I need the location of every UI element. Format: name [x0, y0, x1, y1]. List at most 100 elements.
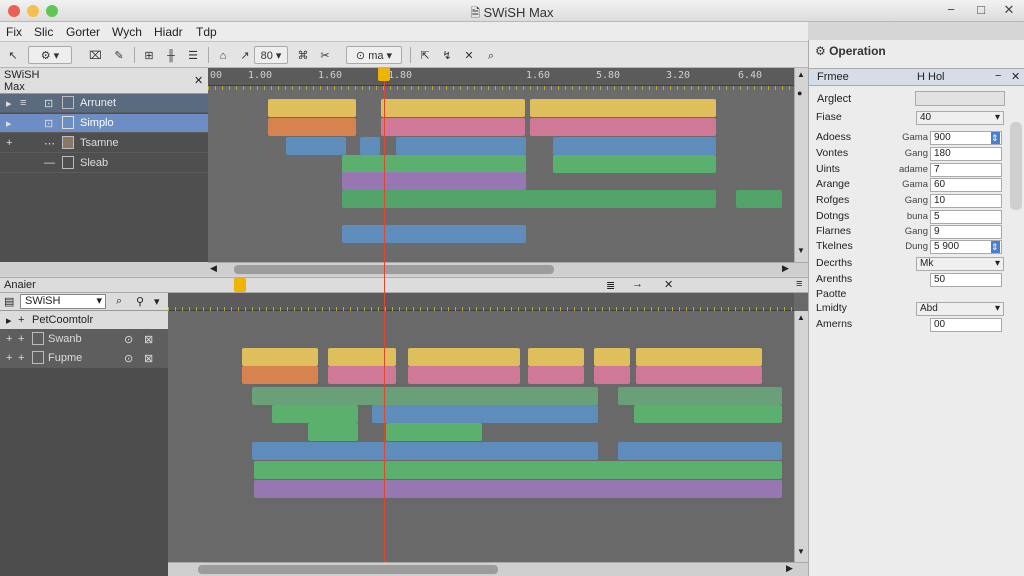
clip-bar[interactable]	[530, 118, 716, 136]
clip-bar[interactable]	[268, 118, 356, 136]
menu-edit[interactable]: Slic	[34, 25, 53, 39]
select-tool-icon[interactable]: ↖	[4, 46, 22, 64]
clip-bar[interactable]	[528, 348, 584, 366]
zoom-select-b[interactable]: ⊙ ma ▾	[346, 46, 402, 64]
chevron-down-icon[interactable]: ▾	[154, 295, 160, 308]
property-field[interactable]: 7	[930, 163, 1002, 177]
clip-bar[interactable]	[553, 137, 716, 155]
close-icon[interactable]: ✕	[664, 278, 673, 291]
clip-bar[interactable]	[618, 387, 782, 405]
menu-gorter[interactable]: Gorter	[66, 25, 100, 39]
property-field[interactable]: 180	[930, 147, 1002, 161]
property-field[interactable]: 5	[930, 210, 1002, 224]
menu-icon[interactable]: ≡	[796, 278, 802, 290]
property-field[interactable]: 9	[930, 225, 1002, 239]
clip-bar[interactable]	[396, 137, 526, 155]
lock-icon[interactable]: ⊠	[144, 352, 153, 365]
clip-bar[interactable]	[342, 190, 716, 208]
playhead-handle[interactable]	[378, 67, 390, 81]
clip-bar[interactable]	[342, 172, 526, 190]
split-icon[interactable]: ≣	[606, 279, 615, 292]
layer-row[interactable]: ▸ ≡ ⊡ Arrunet	[0, 94, 208, 113]
layer-row[interactable]: ▸ ⊡ Simplo	[0, 114, 208, 133]
clip-bar[interactable]	[618, 442, 782, 460]
menu-help[interactable]: Tdp	[196, 25, 217, 39]
layer-row[interactable]: + ⋯ Tsamne	[0, 134, 208, 153]
section-header[interactable]: Frmee H Hol − ✕	[809, 68, 1024, 86]
top-hscroll[interactable]: ◀ ▶	[208, 262, 808, 276]
clip-bar[interactable]	[381, 118, 525, 136]
clip-bar[interactable]	[242, 348, 318, 366]
layer-row[interactable]: + + Fupme ⊙ ⊠	[0, 349, 168, 368]
clip-bar[interactable]	[553, 155, 716, 173]
lock-icon[interactable]: ⊠	[144, 333, 153, 346]
shape-icon[interactable]: ✂	[316, 46, 334, 64]
clip-bar[interactable]	[252, 442, 598, 460]
bottom-hscroll[interactable]: ▶	[168, 562, 808, 576]
clip-bar[interactable]	[268, 99, 356, 117]
arg-field[interactable]	[915, 91, 1005, 106]
clip-bar[interactable]	[634, 405, 782, 423]
layer-row[interactable]: + + Swanb ⊙ ⊠	[0, 330, 168, 349]
property-field[interactable]: 50	[930, 273, 1002, 287]
property-field[interactable]: 40 ▾	[916, 111, 1004, 125]
layer-row[interactable]: — Sleab	[0, 154, 208, 173]
top-ruler[interactable]: 00 1.00 1.60 1.80 1.60 5.80 3.20 6.40	[208, 68, 794, 86]
panel-close-icon[interactable]: ✕	[194, 74, 203, 87]
link-icon[interactable]: ⌘	[294, 46, 312, 64]
eye-icon[interactable]: ⊙	[124, 333, 133, 346]
clip-bar[interactable]	[386, 423, 482, 441]
clip-bar[interactable]	[308, 423, 358, 441]
clip-bar[interactable]	[408, 366, 520, 384]
clip-bar[interactable]	[328, 348, 396, 366]
motion-icon[interactable]: ↯	[438, 46, 456, 64]
split-tool-icon[interactable]: ╫	[162, 46, 180, 64]
minimize-button[interactable]: −	[942, 2, 960, 17]
scroll-thumb[interactable]	[234, 265, 554, 274]
clip-bar[interactable]	[328, 366, 396, 384]
transform-tool-icon[interactable]: ⚙ ▾	[28, 46, 72, 64]
clip-bar[interactable]	[528, 366, 584, 384]
clip-bar[interactable]	[530, 99, 716, 117]
arrow-right-icon[interactable]: →	[632, 278, 643, 290]
eye-icon[interactable]: ⊙	[124, 352, 133, 365]
menu-file[interactable]: Fix	[6, 25, 22, 39]
maximize-button[interactable]: □	[972, 2, 990, 17]
panel-tool-icon[interactable]: ☰	[184, 46, 202, 64]
menu-window[interactable]: Wych	[112, 25, 142, 39]
clip-bar[interactable]	[360, 137, 380, 155]
search-icon[interactable]: ⌕	[482, 46, 500, 64]
clip-bar[interactable]	[254, 461, 782, 479]
scroll-thumb[interactable]	[198, 565, 498, 574]
clip-bar[interactable]	[636, 366, 762, 384]
filter-icon[interactable]: ⚲	[136, 295, 144, 308]
clip-bar[interactable]	[254, 480, 782, 498]
property-field[interactable]: 10	[930, 194, 1002, 208]
crop-tool-icon[interactable]: ⌧	[86, 46, 105, 64]
clip-bar[interactable]	[408, 348, 520, 366]
object-dropdown[interactable]: SWiSH ▾	[20, 294, 106, 309]
zoom-select-a[interactable]: 80 ▾	[254, 46, 288, 64]
marker-icon[interactable]	[234, 278, 246, 292]
search-icon[interactable]: ⌕	[116, 295, 122, 308]
close-button[interactable]: ✕	[1000, 2, 1018, 18]
playhead[interactable]	[384, 68, 385, 562]
clip-bar[interactable]	[594, 348, 630, 366]
property-field[interactable]: 00	[930, 318, 1002, 332]
clip-bar[interactable]	[272, 405, 358, 423]
top-vscroll[interactable]: ▲ ● ▼	[794, 68, 808, 262]
property-field[interactable]: 5 900 ⇕	[930, 240, 1002, 254]
clip-bar[interactable]	[594, 366, 630, 384]
clip-bar[interactable]	[736, 190, 782, 208]
property-field[interactable]: Mk ▾	[916, 257, 1004, 271]
clip-bar[interactable]	[372, 405, 598, 423]
clip-bar[interactable]	[242, 366, 318, 384]
property-field[interactable]: Abd ▾	[916, 302, 1004, 316]
properties-scrollbar[interactable]	[1010, 122, 1022, 210]
frame-tool-icon[interactable]: ⊞	[140, 46, 158, 64]
bottom-vscroll[interactable]: ▲ ▼	[794, 311, 808, 563]
clip-bar[interactable]	[342, 225, 526, 243]
pointer-icon[interactable]: ⇱	[416, 46, 434, 64]
paint-tool-icon[interactable]: ✎	[110, 46, 128, 64]
curve-icon[interactable]: ↗	[236, 46, 254, 64]
